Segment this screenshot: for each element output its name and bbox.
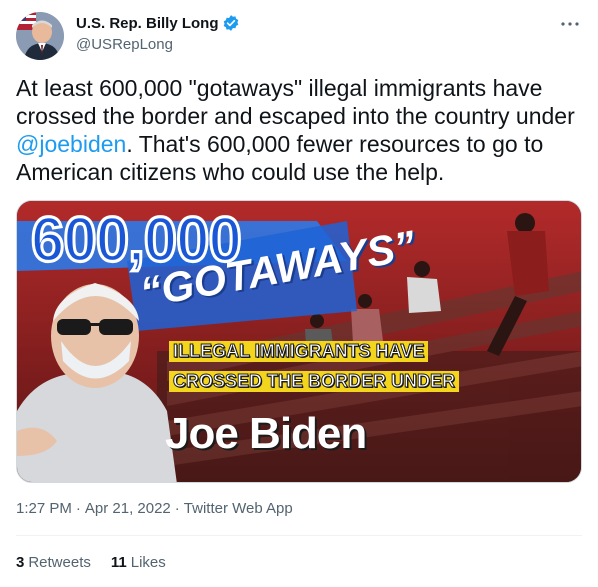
tweet-date[interactable]: Apr 21, 2022 (85, 500, 171, 517)
likes-label: Likes (130, 554, 166, 571)
media-caption-line2: CROSSED THE BORDER UNDER (169, 371, 460, 392)
avatar[interactable] (16, 12, 64, 60)
likes-stat[interactable]: 11 Likes (111, 554, 166, 571)
author-handle[interactable]: @USRepLong (76, 36, 173, 53)
author-name-row[interactable]: U.S. Rep. Billy Long (76, 14, 240, 32)
media-caption-name: Joe Biden (165, 409, 367, 458)
tweet-text: At least 600,000 "gotaways" illegal immi… (16, 74, 582, 186)
media-caption-line1: ILLEGAL IMMIGRANTS HAVE (169, 341, 429, 362)
verified-badge-icon (222, 14, 240, 32)
tweet-stats: 3 Retweets 11 Likes (16, 554, 166, 571)
author-display-name[interactable]: U.S. Rep. Billy Long (76, 15, 219, 32)
tweet-meta: 1:27 PM · Apr 21, 2022 · Twitter Web App (16, 500, 293, 517)
more-options-icon[interactable] (558, 12, 582, 36)
mention-link[interactable]: @joebiden (16, 131, 126, 157)
likes-count: 11 (110, 554, 127, 571)
retweets-label: Retweets (28, 554, 91, 571)
meta-separator: · (174, 500, 180, 517)
retweets-stat[interactable]: 3 Retweets (16, 554, 91, 571)
retweets-count: 3 (16, 554, 25, 571)
divider (16, 535, 582, 536)
tweet-time[interactable]: 1:27 PM (16, 500, 72, 517)
tweet-card: U.S. Rep. Billy Long @USRepLong At least… (0, 0, 598, 587)
tweet-text-before: At least 600,000 "gotaways" illegal immi… (16, 75, 575, 129)
meta-separator: · (75, 500, 81, 517)
tweet-source[interactable]: Twitter Web App (184, 500, 293, 517)
tweet-media-image[interactable]: 600,000 “GOTAWAYS” ILLEGAL IMMIGRANTS HA… (16, 200, 582, 483)
